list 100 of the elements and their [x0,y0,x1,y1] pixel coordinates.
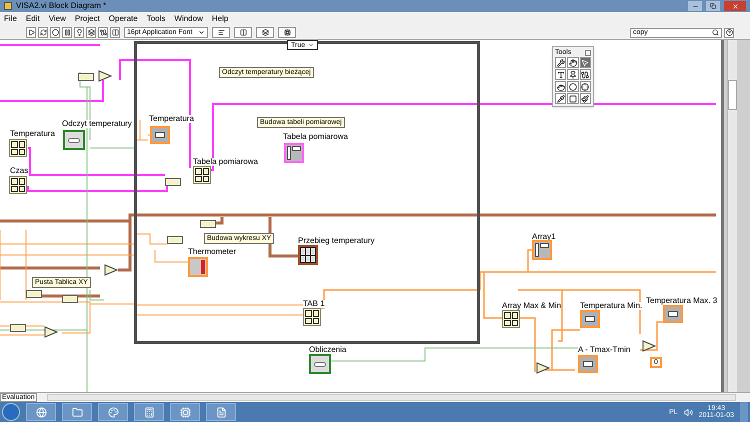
tool-button[interactable] [555,93,566,104]
toolbar-button[interactable] [86,27,96,38]
tool-button[interactable] [555,81,566,92]
app-icon [144,406,154,418]
tool-button[interactable] [580,93,591,104]
taskbar-button[interactable] [134,403,164,421]
probe-icon [581,82,590,90]
menu-item[interactable]: Window [174,15,203,23]
close-icon [732,2,738,10]
start-button[interactable] [2,403,20,421]
app-icon [108,406,118,418]
tool-button[interactable] [567,69,579,80]
tool-button[interactable] [555,57,566,68]
operate-icon [568,58,577,66]
node-label: Temperatura [149,115,194,123]
app-icon [4,2,12,10]
wrench-icon [556,58,565,66]
toolbar-button[interactable] [38,27,48,38]
taskbar-button[interactable] [170,403,200,421]
toolbar-button[interactable] [256,27,274,38]
text-icon [556,70,565,78]
toolbar-button[interactable] [62,27,72,38]
wire-icon [581,70,590,78]
minimize-button[interactable] [688,1,702,11]
pointer-icon [581,58,590,66]
tool-button[interactable] [567,81,579,92]
search-icon [712,29,719,36]
taskbar-button[interactable] [62,403,92,421]
toolbar-button[interactable] [234,27,252,38]
tool-button[interactable] [567,93,579,104]
volume-icon [684,408,693,416]
restore-icon [710,3,716,9]
tool-button[interactable] [555,69,566,80]
select-function-icon [98,70,112,82]
toolbar-button[interactable] [74,27,84,38]
toolbar-icon [218,29,224,36]
help-icon [726,29,732,36]
select-function-icon [104,264,118,276]
node-label: A - Tmax-Tmin [578,346,630,354]
toolbar-button[interactable] [26,27,36,38]
brush-icon [581,94,590,102]
tool-button[interactable] [580,81,591,92]
color-icon [568,94,577,102]
menu-item[interactable]: File [4,15,17,23]
toolbar-icon [28,29,34,36]
node-label: Przebieg temperatury [298,237,374,245]
function-node-icon [167,236,183,244]
node-label: Temperatura [10,130,55,138]
menu-item[interactable]: Operate [108,15,138,23]
node-label: Thermometer [188,248,236,256]
maximize-button[interactable] [706,1,720,11]
taskbar-button[interactable] [26,403,56,421]
caret-icon [198,29,205,36]
node-label: Temperatura Min. [580,302,642,310]
toolbar-button[interactable] [110,27,120,38]
menu-item[interactable]: Tools [146,15,166,23]
toolbar-icon [262,29,268,36]
menu-item[interactable]: Edit [26,15,40,23]
toolbar-icon [52,29,58,36]
toolbar-icon [64,29,70,36]
picker-icon [556,94,565,102]
tool-button[interactable] [567,57,579,68]
function-node-icon [10,324,26,332]
node-label: Array Max & Min [502,302,562,310]
node-label: Tabela pomiarowa [193,158,258,166]
node-label: Obliczenia [309,346,346,354]
toolbar-icon [40,29,46,36]
menu-item[interactable]: View [48,15,66,23]
toolbar-button[interactable] [50,27,60,38]
toolbar-icon [284,29,290,36]
toolbar-icon [88,29,94,36]
node-label: Temperatura Max. 3 [646,297,718,305]
select-function-icon [642,340,656,352]
tool-button[interactable] [580,69,591,80]
taskbar-button[interactable] [206,403,236,421]
function-node-icon [26,290,42,298]
app-icon [36,406,46,418]
menu-item[interactable]: Project [74,15,100,23]
function-node-icon [200,220,216,228]
function-node-icon [78,73,94,81]
node-label: Odczyt temperatury [62,120,132,128]
app-icon [72,406,82,418]
select-function-icon [44,326,58,338]
toolbar-icon [240,29,246,36]
function-node-icon [62,295,78,303]
toolbar-icon [112,29,118,36]
toolbar-button[interactable] [278,27,296,38]
node-label: Czas [10,167,28,175]
menu-item[interactable]: Help [212,15,228,23]
node-label: Tabela pomiarowa [283,133,348,141]
node-label: TAB 1 [303,300,325,308]
toolbar-icon [100,29,106,36]
select-function-icon [536,362,550,374]
help-button[interactable] [724,28,734,38]
breakpoint-icon [568,82,577,90]
taskbar-button[interactable] [98,403,128,421]
toolbar-button[interactable] [212,27,230,38]
hand-icon [556,82,565,90]
window-title: VISA2.vi Block Diagram * [16,2,106,10]
toolbar-button[interactable] [98,27,108,38]
